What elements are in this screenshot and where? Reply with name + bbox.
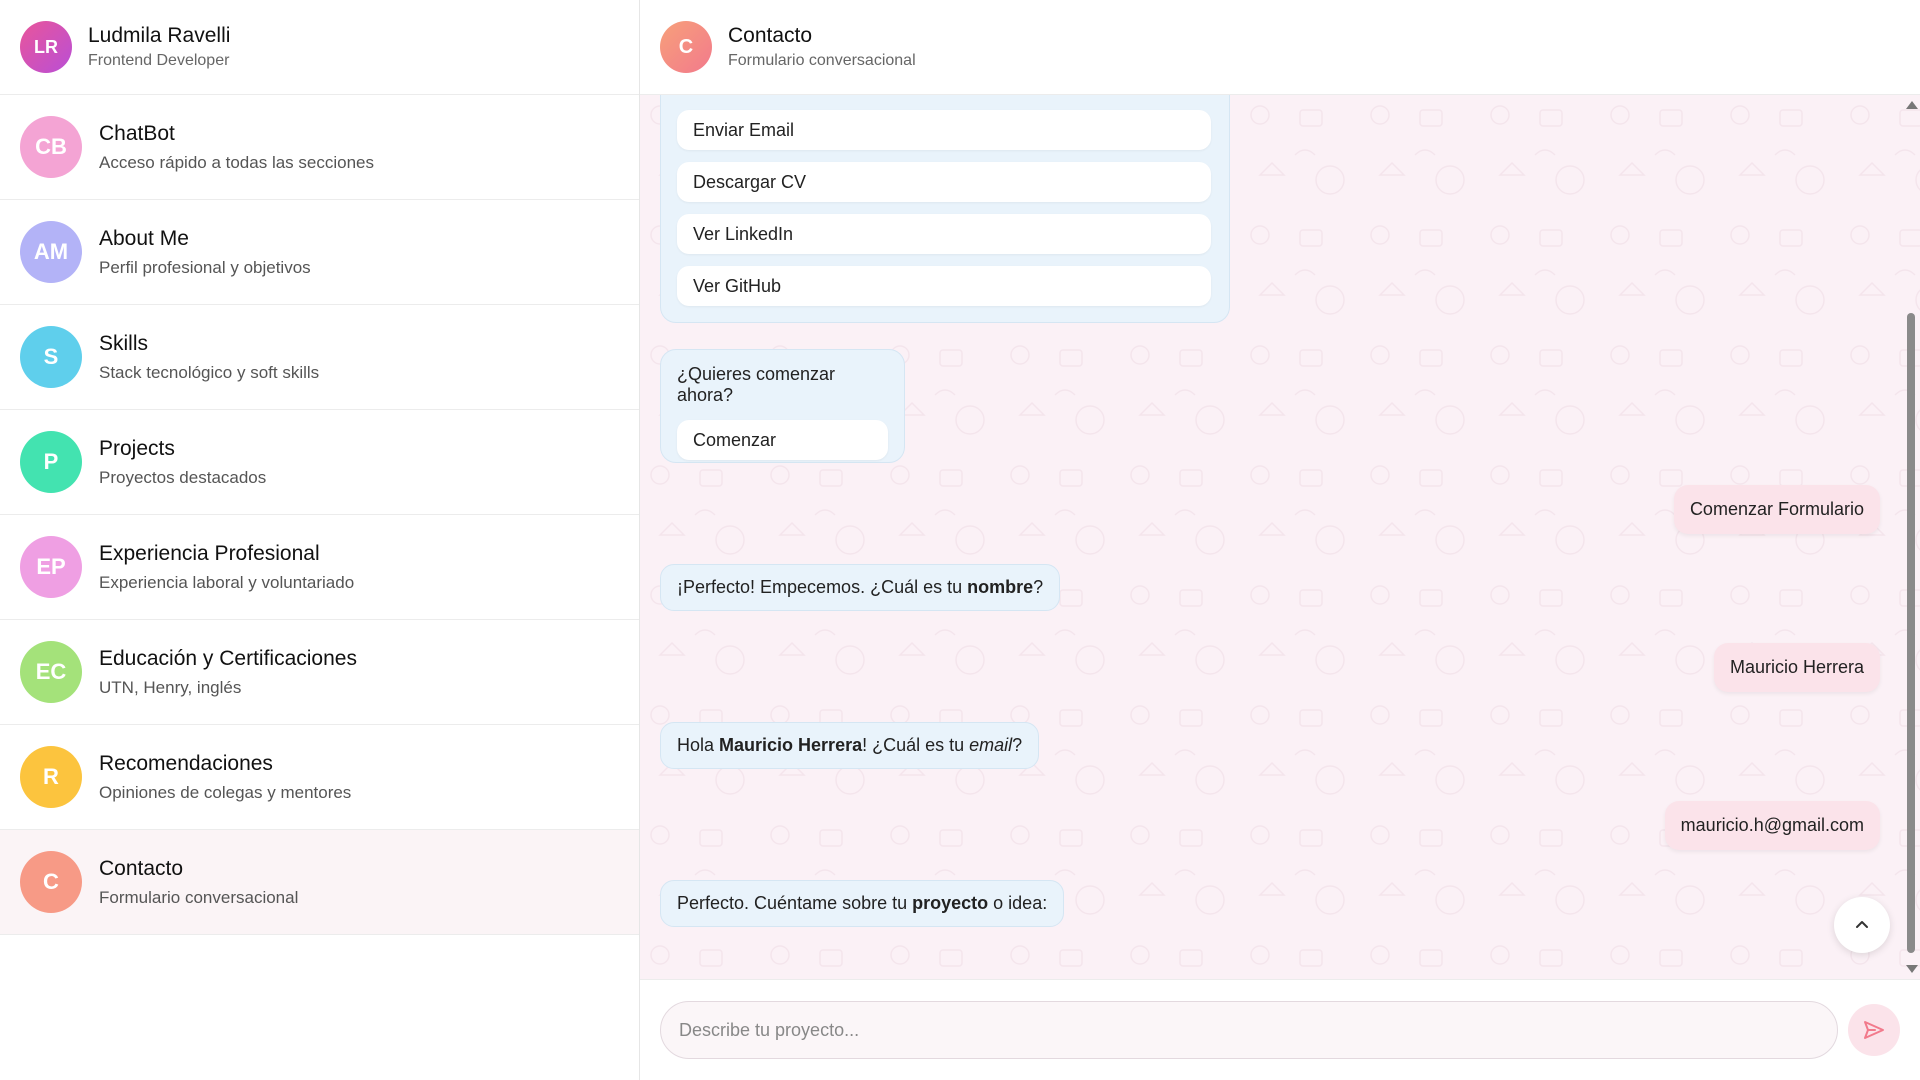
message-row-out: Comenzar Formulario [660, 485, 1880, 534]
sidebar: LR Ludmila Ravelli Frontend Developer CB… [0, 0, 640, 1080]
chat-title: Contacto [728, 24, 813, 47]
profile-avatar: LR [20, 21, 72, 73]
scroll-arrow-up-icon[interactable] [1906, 101, 1918, 109]
message-italic: email [969, 735, 1013, 755]
message-text: ¡Perfecto! Empecemos. ¿Cuál es tu [677, 577, 968, 597]
sidebar-item-title: Educación y Certificaciones [99, 646, 357, 670]
message-bold: proyecto [912, 893, 989, 913]
chat-status: Formulario conversacional [728, 52, 916, 69]
sidebar-item-subtitle: Perfil profesional y objetivos [99, 257, 311, 277]
message-row-in: Hola Mauricio Herrera! ¿Cuál es tu email… [660, 722, 1880, 769]
view-linkedin-button[interactable]: Ver LinkedIn [677, 214, 1211, 254]
sidebar-item-projects[interactable]: P Projects Proyectos destacados [0, 410, 639, 515]
sidebar-item-subtitle: Experiencia laboral y voluntariado [99, 572, 355, 592]
message-text: Hola [677, 735, 720, 755]
sidebar-item-title: ChatBot [99, 121, 175, 145]
message-text: ! ¿Cuál es tu [862, 735, 970, 755]
message-bubble-out: mauricio.h@gmail.com [1664, 801, 1880, 850]
scrollbar-thumb[interactable] [1907, 313, 1915, 953]
profile-role: Frontend Developer [88, 52, 230, 69]
sidebar-item-avatar: AM [20, 221, 82, 283]
sidebar-item-text: Skills Stack tecnológico y soft skills [99, 332, 319, 383]
message-bubble-out: Mauricio Herrera [1713, 643, 1880, 692]
message-bubble-in: Hola Mauricio Herrera! ¿Cuál es tu email… [660, 722, 1040, 769]
sidebar-item-title: Contacto [99, 856, 184, 880]
sidebar-item-subtitle: UTN, Henry, inglés [99, 677, 242, 697]
send-icon [1864, 1021, 1884, 1039]
sidebar-item-recomendaciones[interactable]: R Recomendaciones Opiniones de colegas y… [0, 725, 639, 830]
sidebar-item-avatar: EC [20, 641, 82, 703]
sidebar-item-skills[interactable]: S Skills Stack tecnológico y soft skills [0, 305, 639, 410]
chevron-up-icon [1856, 921, 1868, 928]
sidebar-item-avatar: EP [20, 536, 82, 598]
start-button[interactable]: Comenzar [677, 420, 888, 460]
sidebar-item-educacion[interactable]: EC Educación y Certificaciones UTN, Henr… [0, 620, 639, 725]
sidebar-item-title: About Me [99, 226, 189, 250]
sidebar-item-avatar: C [20, 851, 82, 913]
chat-panel: C Contacto Formulario conversacional Env… [640, 0, 1920, 1080]
sidebar-item-subtitle: Opiniones de colegas y mentores [99, 782, 352, 802]
scroll-arrow-down-icon[interactable] [1906, 965, 1918, 973]
sidebar-item-avatar: CB [20, 116, 82, 178]
message-text: ? [1012, 735, 1023, 755]
sidebar-item-chatbot[interactable]: CB ChatBot Acceso rápido a todas las sec… [0, 95, 639, 200]
sidebar-item-subtitle: Stack tecnológico y soft skills [99, 362, 320, 382]
profile-name: Ludmila Ravelli [88, 24, 231, 47]
message-composer [640, 979, 1920, 1080]
sidebar-item-title: Experiencia Profesional [99, 541, 320, 565]
sidebar-item-text: About Me Perfil profesional y objetivos [99, 227, 311, 278]
sidebar-item-text: ChatBot Acceso rápido a todas las seccio… [99, 122, 374, 173]
sidebar-item-text: Educación y Certificaciones UTN, Henry, … [99, 647, 357, 698]
view-github-button[interactable]: Ver GitHub [677, 266, 1211, 306]
message-text: o idea: [988, 893, 1048, 913]
sidebar-item-text: Recomendaciones Opiniones de colegas y m… [99, 752, 351, 803]
sidebar-item-subtitle: Proyectos destacados [99, 467, 267, 487]
sidebar-item-text: Projects Proyectos destacados [99, 437, 266, 488]
sidebar-item-text: Contacto Formulario conversacional [99, 857, 298, 908]
sidebar-item-text: Experiencia Profesional Experiencia labo… [99, 542, 354, 593]
send-button[interactable] [1848, 1004, 1900, 1056]
message-row-in: Perfecto. Cuéntame sobre tu proyecto o i… [660, 880, 1880, 927]
message-bubble-in: ¡Perfecto! Empecemos. ¿Cuál es tu nombre… [660, 564, 1061, 611]
start-question-text: ¿Quieres comenzar ahora? [677, 364, 836, 405]
sidebar-item-contacto[interactable]: C Contacto Formulario conversacional [0, 830, 639, 935]
chat-header-info: Contacto Formulario conversacional [728, 24, 916, 70]
scroll-up-button[interactable] [1834, 897, 1890, 953]
sidebar-item-subtitle: Formulario conversacional [99, 887, 299, 907]
start-question-card: ¿Quieres comenzar ahora? Comenzar [660, 349, 905, 463]
profile-header: LR Ludmila Ravelli Frontend Developer [0, 0, 639, 95]
message-bubble-out: Comenzar Formulario [1673, 485, 1880, 534]
sidebar-item-title: Projects [99, 436, 175, 460]
contact-options-card: Enviar Email Descargar CV Ver LinkedIn V… [660, 95, 1230, 323]
sidebar-item-avatar: R [20, 746, 82, 808]
sidebar-item-subtitle: Acceso rápido a todas las secciones [99, 152, 374, 172]
message-text: Perfecto. Cuéntame sobre tu [677, 893, 913, 913]
message-scrollbar[interactable] [1902, 95, 1920, 979]
message-row-in: ¡Perfecto! Empecemos. ¿Cuál es tu nombre… [660, 564, 1880, 611]
project-input[interactable] [660, 1001, 1838, 1059]
send-email-button[interactable]: Enviar Email [677, 110, 1211, 150]
message-bubble-in: Perfecto. Cuéntame sobre tu proyecto o i… [660, 880, 1065, 927]
sidebar-item-avatar: P [20, 431, 82, 493]
message-row-out: Mauricio Herrera [660, 643, 1880, 692]
chat-header: C Contacto Formulario conversacional [640, 0, 1920, 95]
message-text: ? [1033, 577, 1044, 597]
message-area[interactable]: Enviar Email Descargar CV Ver LinkedIn V… [640, 95, 1920, 979]
profile-info: Ludmila Ravelli Frontend Developer [88, 24, 230, 70]
message-bold: Mauricio Herrera [719, 735, 863, 755]
message-bold: nombre [967, 577, 1034, 597]
sidebar-item-avatar: S [20, 326, 82, 388]
message-row-out: mauricio.h@gmail.com [660, 801, 1880, 850]
sidebar-item-title: Skills [99, 331, 149, 355]
sidebar-item-title: Recomendaciones [99, 751, 273, 775]
chat-avatar: C [660, 21, 712, 73]
sidebar-item-experiencia[interactable]: EP Experiencia Profesional Experiencia l… [0, 515, 639, 620]
download-cv-button[interactable]: Descargar CV [677, 162, 1211, 202]
app-root: LR Ludmila Ravelli Frontend Developer CB… [0, 0, 1920, 1080]
sidebar-item-about-me[interactable]: AM About Me Perfil profesional y objetiv… [0, 200, 639, 305]
